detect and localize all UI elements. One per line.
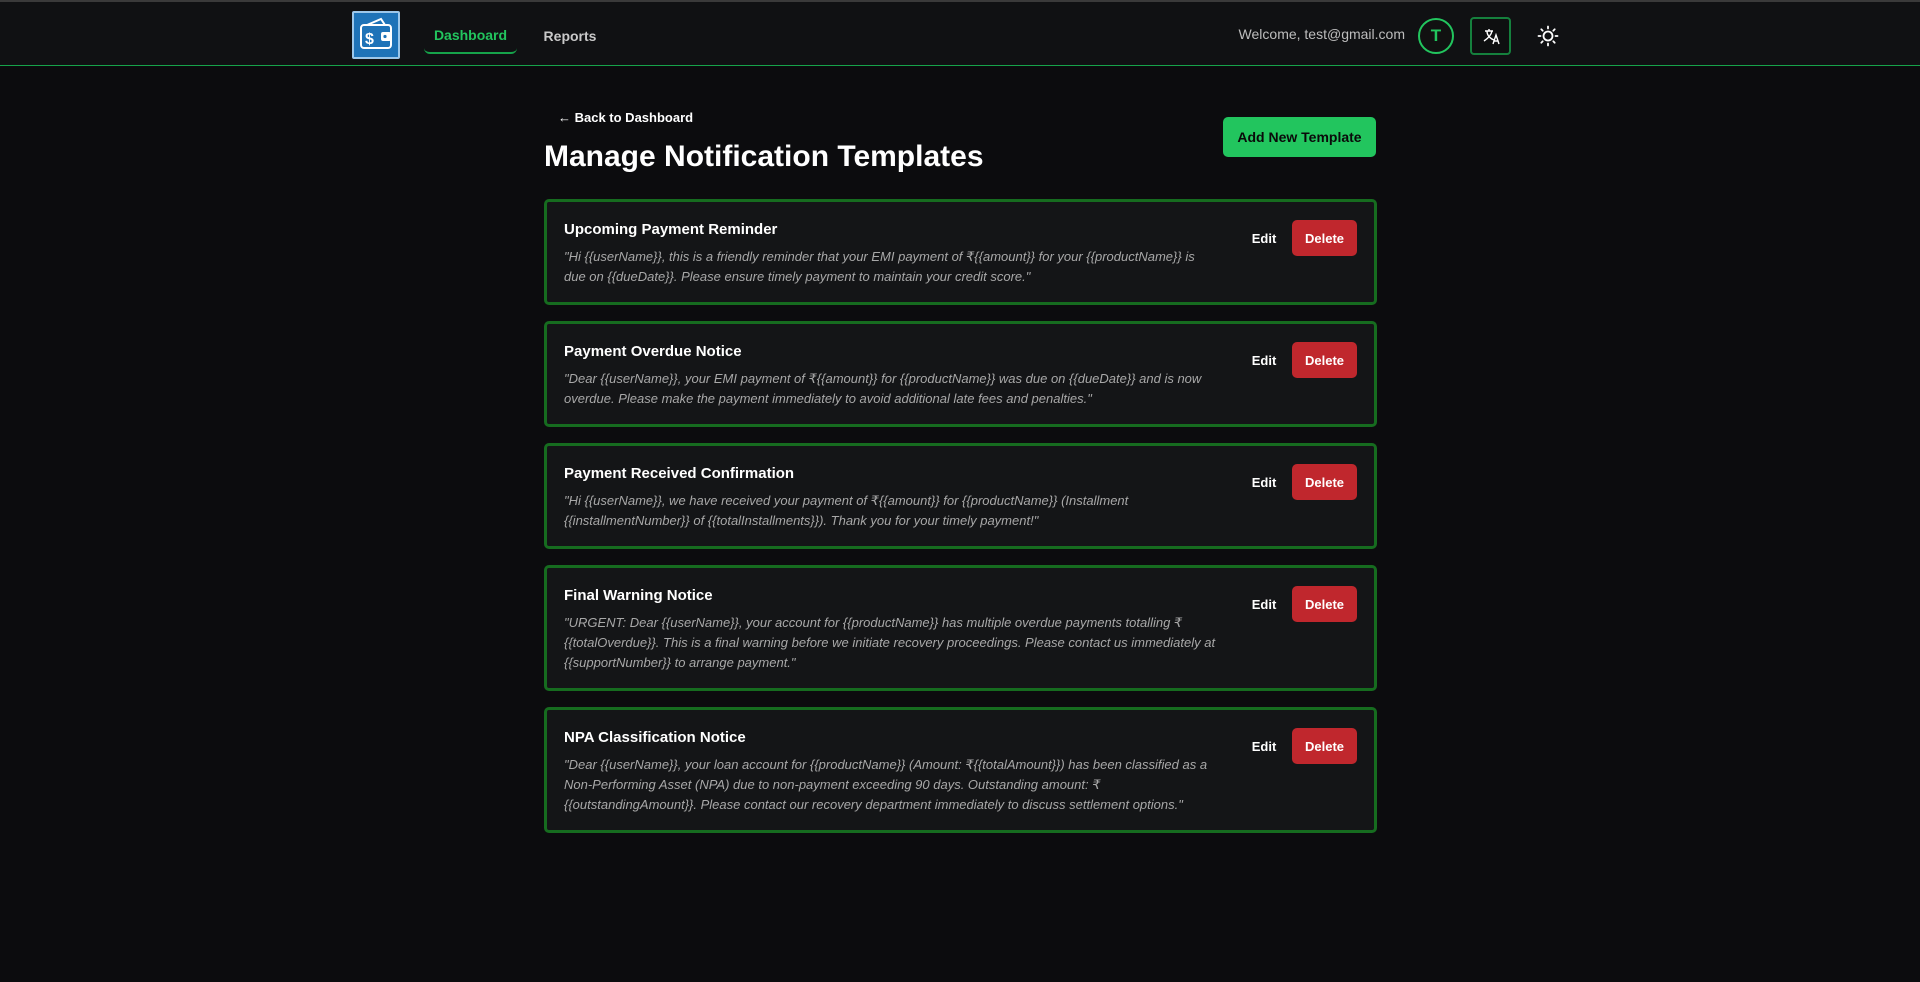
template-title: Payment Overdue Notice	[564, 343, 742, 360]
back-to-dashboard-link[interactable]: ← Back to Dashboard	[558, 110, 693, 125]
template-title: Payment Received Confirmation	[564, 465, 795, 482]
edit-template-button[interactable]: Edit	[1244, 464, 1284, 500]
language-toggle-button[interactable]	[1470, 17, 1511, 55]
edit-template-button[interactable]: Edit	[1244, 342, 1284, 378]
theme-toggle-button[interactable]	[1532, 20, 1564, 52]
add-new-template-button[interactable]: Add New Template	[1223, 117, 1376, 157]
template-card: NPA Classification Notice "Dear {{userNa…	[544, 707, 1377, 833]
template-card: Upcoming Payment Reminder "Hi {{userName…	[544, 199, 1377, 305]
template-message: "URGENT: Dear {{userName}}, your account…	[564, 615, 1216, 670]
language-icon	[1483, 29, 1500, 45]
template-message: "Dear {{userName}}, your EMI payment of …	[564, 371, 1202, 406]
user-avatar[interactable]: T	[1418, 18, 1454, 54]
template-message: "Dear {{userName}}, your loan account fo…	[564, 757, 1208, 812]
template-title: Final Warning Notice	[564, 587, 713, 604]
delete-template-button[interactable]: Delete	[1292, 586, 1357, 622]
nav-dashboard[interactable]: Dashboard	[424, 18, 517, 54]
template-title: NPA Classification Notice	[564, 729, 746, 746]
edit-template-button[interactable]: Edit	[1244, 728, 1284, 764]
template-title: Upcoming Payment Reminder	[564, 221, 778, 238]
template-message: "Hi {{userName}}, this is a friendly rem…	[564, 249, 1195, 284]
template-card: Final Warning Notice "URGENT: Dear {{use…	[544, 565, 1377, 691]
welcome-text: Welcome, test@gmail.com	[1238, 26, 1405, 42]
app-logo[interactable]: $	[352, 11, 400, 59]
edit-template-button[interactable]: Edit	[1244, 586, 1284, 622]
delete-template-button[interactable]: Delete	[1292, 728, 1357, 764]
template-card: Payment Overdue Notice "Dear {{userName}…	[544, 321, 1377, 427]
delete-template-button[interactable]: Delete	[1292, 342, 1357, 378]
wallet-dollar-icon: $	[360, 17, 392, 49]
template-message: "Hi {{userName}}, we have received your …	[564, 493, 1129, 528]
nav-reports[interactable]: Reports	[536, 18, 604, 54]
edit-template-button[interactable]: Edit	[1244, 220, 1284, 256]
sun-icon	[1537, 25, 1559, 47]
top-navbar: $ Dashboard Reports Welcome, test@gmail.…	[0, 0, 1920, 66]
template-card: Payment Received Confirmation "Hi {{user…	[544, 443, 1377, 549]
page-title: Manage Notification Templates	[544, 140, 984, 173]
delete-template-button[interactable]: Delete	[1292, 220, 1357, 256]
svg-text:$: $	[365, 31, 374, 48]
delete-template-button[interactable]: Delete	[1292, 464, 1357, 500]
